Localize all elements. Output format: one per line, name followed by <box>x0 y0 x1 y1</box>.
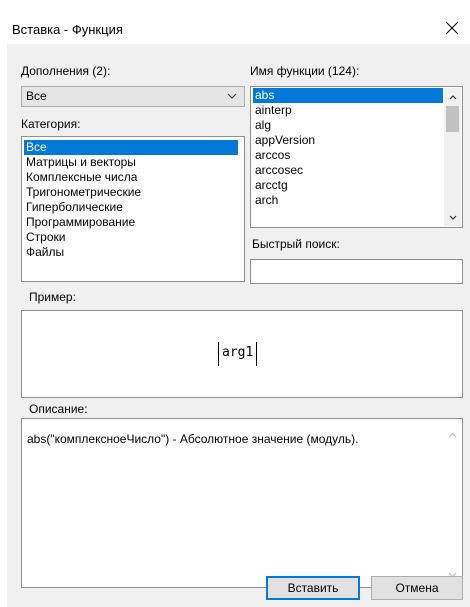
quick-search-label: Быстрый поиск: <box>252 237 340 251</box>
addons-label: Дополнения (2): <box>21 64 111 78</box>
description-text: abs("комплексноеЧисло") - Абсолютное зна… <box>27 432 359 446</box>
chevron-down-icon <box>449 215 456 220</box>
example-panel: arg1 <box>21 310 463 398</box>
category-item-trig[interactable]: Тригонометрические <box>24 185 141 200</box>
scroll-up-button[interactable] <box>444 88 461 105</box>
cancel-button[interactable]: Отмена <box>371 576 463 600</box>
category-label: Категория: <box>21 117 81 131</box>
quick-search-input[interactable] <box>250 259 463 284</box>
example-expression: arg1 <box>218 342 258 366</box>
chevron-down-icon <box>227 93 237 99</box>
scroll-thumb[interactable] <box>446 106 459 132</box>
description-scrollbar[interactable] <box>444 420 461 586</box>
function-item-arccosec[interactable]: arccosec <box>253 163 303 178</box>
category-item-programming[interactable]: Программирование <box>24 215 135 230</box>
category-item-hyperbolic[interactable]: Гиперболические <box>24 200 123 215</box>
insert-button[interactable]: Вставить <box>266 576 360 600</box>
close-icon <box>445 21 459 35</box>
category-item-matrices[interactable]: Матрицы и векторы <box>24 155 136 170</box>
function-item-arcctg[interactable]: arcctg <box>253 178 288 193</box>
chevron-up-icon <box>448 432 457 438</box>
category-item-all[interactable]: Все <box>24 140 238 155</box>
description-panel: abs("комплексноеЧисло") - Абсолютное зна… <box>21 418 463 588</box>
chevron-up-icon <box>449 94 456 99</box>
function-list-scrollbar[interactable] <box>444 88 461 226</box>
example-label: Пример: <box>29 290 76 304</box>
function-item-alg[interactable]: alg <box>253 118 271 133</box>
function-item-arccos[interactable]: arccos <box>253 148 290 163</box>
function-item-appversion[interactable]: appVersion <box>253 133 315 148</box>
function-item-abs[interactable]: abs <box>253 88 443 103</box>
description-label: Описание: <box>29 402 88 416</box>
function-item-ainterp[interactable]: ainterp <box>253 103 292 118</box>
category-item-complex[interactable]: Комплексные числа <box>24 170 137 185</box>
category-list[interactable]: Все Матрицы и векторы Комплексные числа … <box>21 136 245 282</box>
function-name-label: Имя функции (124): <box>250 64 360 78</box>
function-list[interactable]: abs ainterp alg appVersion arccos arccos… <box>250 86 463 228</box>
category-item-files[interactable]: Файлы <box>24 245 64 260</box>
function-item-arch[interactable]: arch <box>253 193 278 208</box>
title-bar: Вставка - Функция <box>0 0 470 44</box>
addons-selected-value: Все <box>26 89 47 103</box>
scroll-down-button[interactable] <box>444 209 461 226</box>
addons-dropdown[interactable]: Все <box>21 86 245 107</box>
window-title: Вставка - Функция <box>12 22 123 37</box>
close-button[interactable] <box>440 16 464 40</box>
category-item-strings[interactable]: Строки <box>24 230 65 245</box>
